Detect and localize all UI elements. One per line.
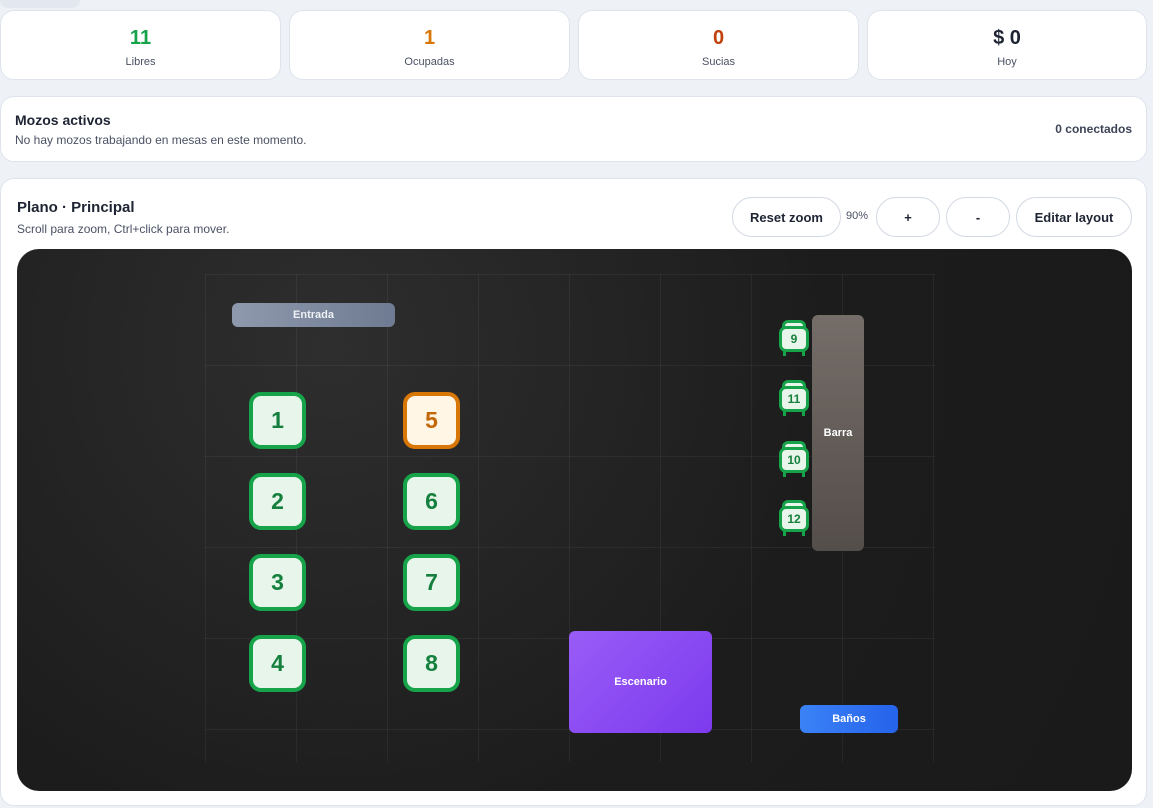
floor-plan-canvas[interactable]: Entrada Barra Escenario Baños 1 2 3 4 5 …	[17, 249, 1132, 791]
table-5[interactable]: 5	[403, 392, 460, 449]
floor-plan-card: Plano · Principal Scroll para zoom, Ctrl…	[0, 178, 1147, 806]
stool-legs-icon	[783, 531, 805, 536]
table-4[interactable]: 4	[249, 635, 306, 692]
stat-card-hoy: $ 0 Hoy	[867, 10, 1147, 80]
stool-legs-icon	[783, 472, 805, 477]
stat-card-sucias: 0 Sucias	[578, 10, 859, 80]
floor-plan-subtitle: Scroll para zoom, Ctrl+click para mover.	[17, 222, 230, 236]
table-7[interactable]: 7	[403, 554, 460, 611]
stat-value-ocupadas: 1	[423, 27, 436, 49]
zone-banos: Baños	[800, 705, 898, 733]
stool-number: 12	[779, 506, 809, 532]
stat-label-ocupadas: Ocupadas	[404, 56, 455, 68]
zoom-level: 90%	[846, 210, 869, 222]
active-waiters-subtitle: No hay mozos trabajando en mesas en este…	[15, 133, 307, 147]
stats-row: 11 Libres 1 Ocupadas 0 Sucias $ 0 Hoy	[0, 10, 1153, 80]
table-1[interactable]: 1	[249, 392, 306, 449]
zone-barra: Barra	[812, 315, 864, 551]
stool-9[interactable]: 9	[779, 320, 809, 358]
zoom-out-button[interactable]: -	[946, 197, 1010, 237]
connected-count: 0 conectados	[1055, 122, 1132, 136]
stat-card-ocupadas: 1 Ocupadas	[289, 10, 570, 80]
table-2[interactable]: 2	[249, 473, 306, 530]
active-waiters-card: Mozos activos No hay mozos trabajando en…	[0, 96, 1147, 162]
stat-label-sucias: Sucias	[701, 56, 736, 68]
stool-number: 9	[779, 326, 809, 352]
zoom-in-button[interactable]: +	[876, 197, 940, 237]
reset-zoom-button[interactable]: Reset zoom	[732, 197, 841, 237]
stat-card-libres: 11 Libres	[0, 10, 281, 80]
stool-number: 10	[779, 447, 809, 473]
stat-value-hoy: $ 0	[993, 27, 1021, 49]
zone-escenario: Escenario	[569, 631, 712, 733]
table-8[interactable]: 8	[403, 635, 460, 692]
stat-label-libres: Libres	[125, 56, 156, 68]
stool-number: 11	[779, 386, 809, 412]
active-waiters-title: Mozos activos	[15, 112, 111, 128]
stool-11[interactable]: 11	[779, 380, 809, 418]
zone-entrada: Entrada	[232, 303, 395, 327]
stat-value-sucias: 0	[712, 27, 725, 49]
table-6[interactable]: 6	[403, 473, 460, 530]
stool-12[interactable]: 12	[779, 500, 809, 538]
edit-layout-button[interactable]: Editar layout	[1016, 197, 1132, 237]
top-tab-remnant	[0, 0, 80, 8]
table-3[interactable]: 3	[249, 554, 306, 611]
floor-plan-title: Plano · Principal	[17, 199, 135, 216]
stool-legs-icon	[783, 351, 805, 356]
stat-value-libres: 11	[129, 27, 152, 49]
stat-label-hoy: Hoy	[997, 56, 1017, 68]
stool-legs-icon	[783, 411, 805, 416]
stool-10[interactable]: 10	[779, 441, 809, 479]
